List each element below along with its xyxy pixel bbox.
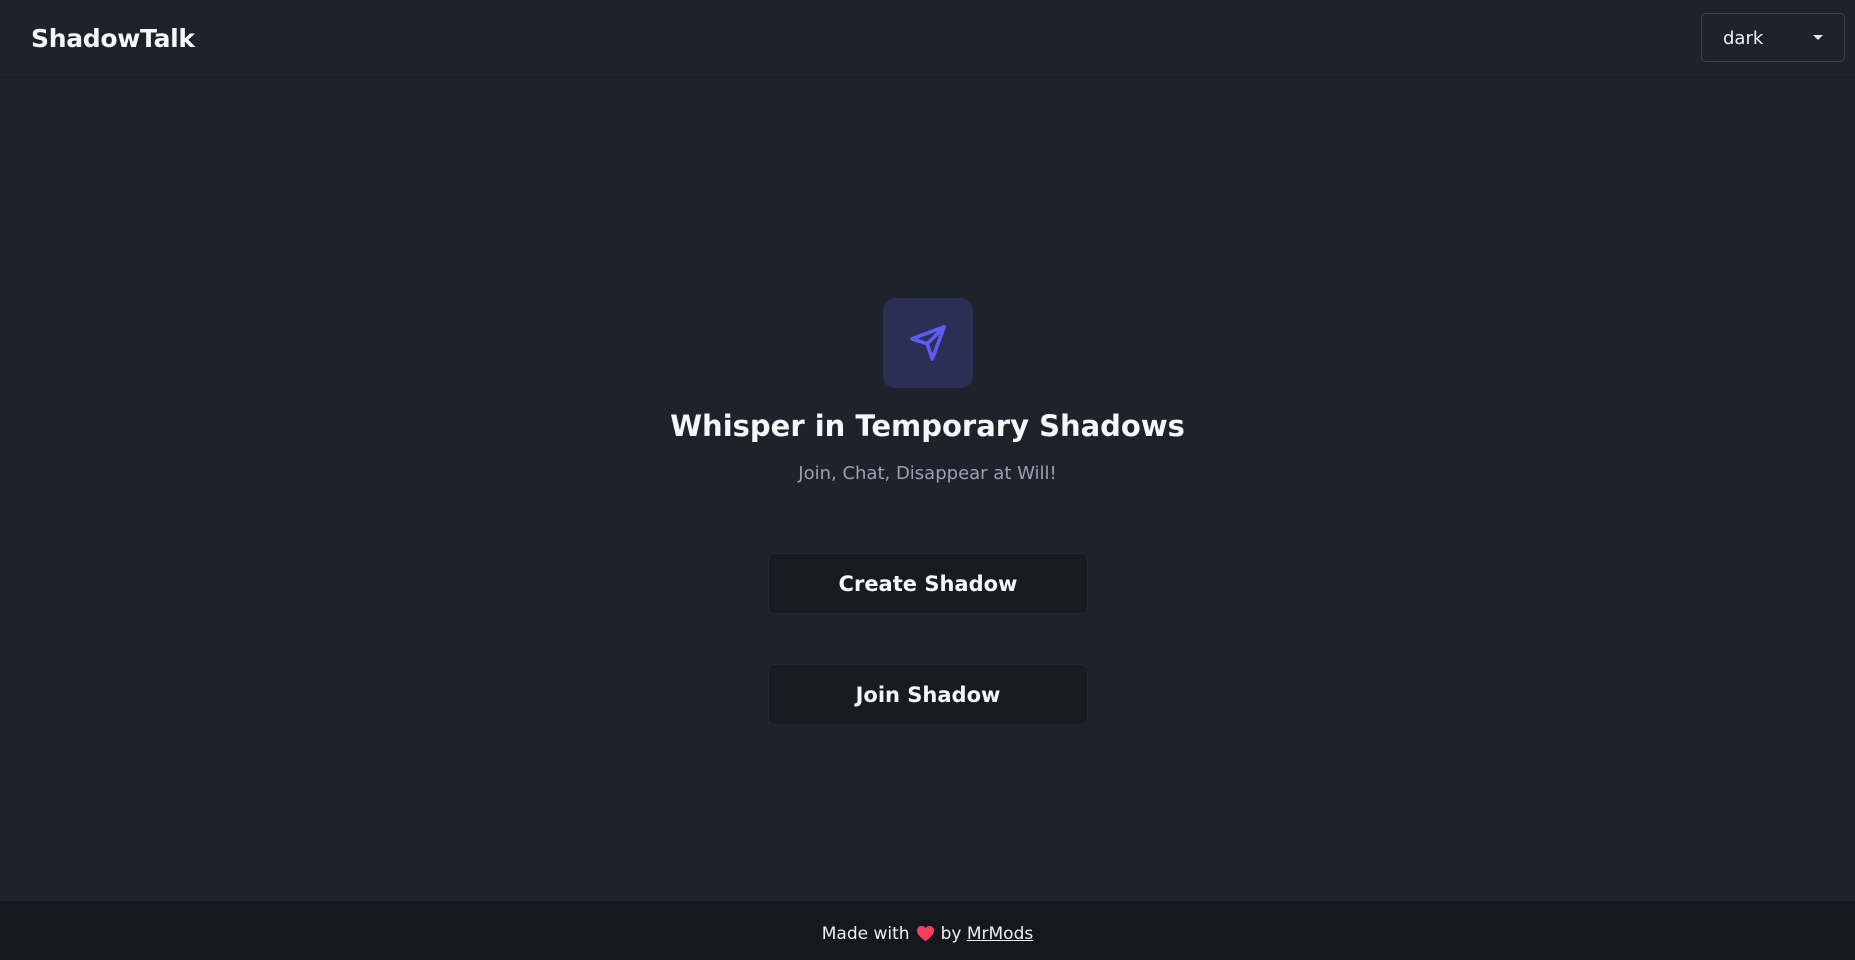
footer-made-with: Made with xyxy=(821,924,910,944)
chevron-down-icon xyxy=(1813,35,1823,40)
heart-icon xyxy=(916,925,934,942)
paper-plane-icon xyxy=(910,325,946,361)
page-title: Whisper in Temporary Shadows xyxy=(670,409,1185,443)
theme-select-value: dark xyxy=(1723,28,1764,49)
page-subtitle: Join, Chat, Disappear at Will! xyxy=(798,463,1057,484)
logo-badge xyxy=(883,298,973,388)
theme-select[interactable]: dark xyxy=(1701,13,1845,62)
top-bar: ShadowTalk dark xyxy=(0,0,1855,78)
author-link[interactable]: MrMods xyxy=(967,924,1033,944)
footer-credit: Made with by MrMods xyxy=(0,924,1855,944)
create-shadow-button[interactable]: Create Shadow xyxy=(768,553,1088,614)
footer-by: by xyxy=(940,924,962,944)
join-shadow-button[interactable]: Join Shadow xyxy=(768,664,1088,725)
brand-title[interactable]: ShadowTalk xyxy=(31,24,195,53)
